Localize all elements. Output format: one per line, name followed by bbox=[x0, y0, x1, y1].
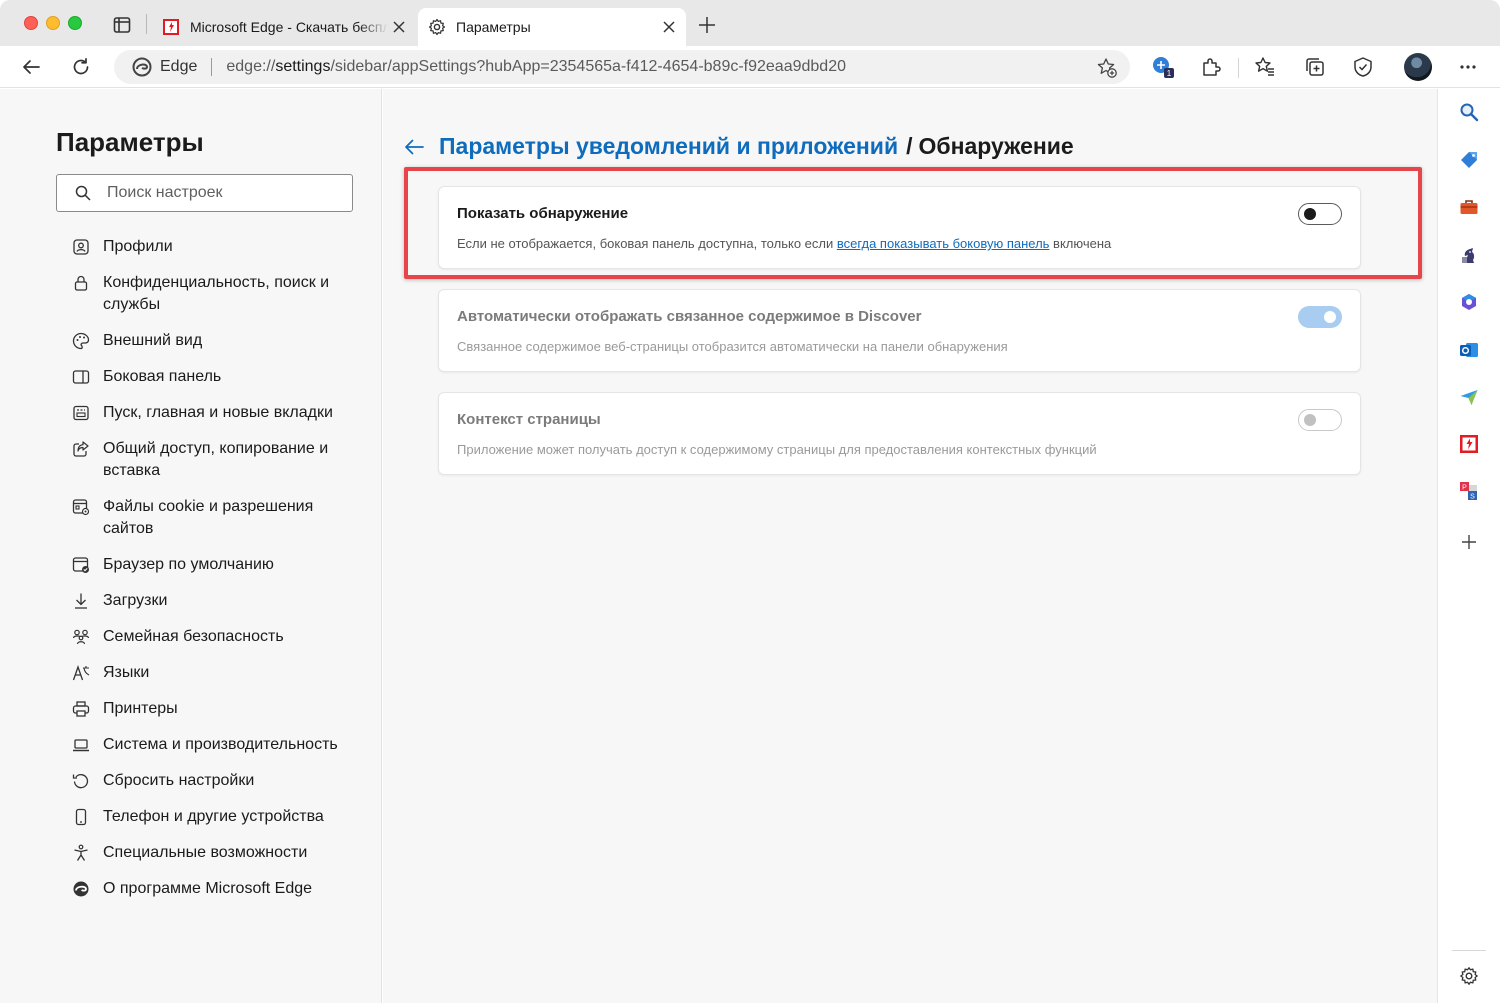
tag-icon[interactable] bbox=[1458, 149, 1480, 171]
add-icon[interactable] bbox=[1458, 531, 1480, 553]
setting-page-context: Контекст страницы Приложение может получ… bbox=[438, 392, 1361, 475]
download-icon bbox=[72, 592, 90, 610]
nav-item-sidebar[interactable]: Боковая панель bbox=[72, 359, 362, 395]
pcs-app-icon[interactable]: PS bbox=[1458, 480, 1480, 502]
new-tab-button[interactable] bbox=[696, 14, 718, 36]
printer-icon bbox=[72, 700, 90, 718]
accessibility-icon bbox=[72, 844, 90, 862]
nav-item-languages[interactable]: Языки bbox=[72, 655, 362, 691]
brand-app-icon bbox=[162, 18, 180, 36]
browser-essentials-icon[interactable] bbox=[1350, 54, 1376, 80]
address-bar[interactable]: Edge edge://settings/sidebar/appSettings… bbox=[114, 50, 1130, 84]
avatar[interactable] bbox=[1404, 53, 1432, 81]
nav-item-printers[interactable]: Принтеры bbox=[72, 691, 362, 727]
search-icon[interactable] bbox=[1458, 101, 1480, 123]
languages-icon bbox=[72, 664, 90, 682]
more-options-icon[interactable] bbox=[1455, 54, 1481, 80]
refresh-button[interactable] bbox=[68, 54, 94, 80]
chess-icon[interactable] bbox=[1458, 244, 1480, 266]
setting-description: Приложение может получать доступ к содер… bbox=[457, 442, 1097, 457]
home-icon bbox=[72, 404, 90, 422]
nav-item-profiles[interactable]: Профили bbox=[72, 229, 362, 265]
highlight-box bbox=[404, 167, 1422, 279]
page-context-toggle bbox=[1298, 409, 1342, 431]
title-bar: Microsoft Edge - Скачать бесплатно Парам… bbox=[0, 0, 1500, 46]
close-window-button[interactable] bbox=[24, 16, 38, 30]
settings-icon[interactable] bbox=[1458, 965, 1480, 987]
maximize-window-button[interactable] bbox=[68, 16, 82, 30]
toolbox-icon[interactable] bbox=[1458, 196, 1480, 218]
nav-item-downloads[interactable]: Загрузки bbox=[72, 583, 362, 619]
nav-item-reset[interactable]: Сбросить настройки bbox=[72, 763, 362, 799]
nav-item-system[interactable]: Система и производительность bbox=[72, 727, 362, 763]
nav-item-phone[interactable]: Телефон и другие устройства bbox=[72, 799, 362, 835]
send-icon[interactable] bbox=[1458, 386, 1480, 408]
laptop-icon bbox=[72, 736, 90, 754]
edge-sidebar: PS bbox=[1437, 89, 1500, 1003]
nav-item-start-home[interactable]: Пуск, главная и новые вкладки bbox=[72, 395, 362, 431]
extensions-puzzle-icon[interactable] bbox=[1198, 54, 1224, 80]
nav-item-accessibility[interactable]: Специальные возможности bbox=[72, 835, 362, 871]
close-tab-icon[interactable] bbox=[388, 16, 410, 38]
phone-icon bbox=[72, 808, 90, 826]
family-icon bbox=[72, 628, 90, 646]
breadcrumb-parent-link[interactable]: Параметры уведомлений и приложений bbox=[439, 133, 898, 160]
office-icon[interactable] bbox=[1458, 291, 1480, 313]
tab-actions-icon[interactable] bbox=[112, 15, 132, 35]
brand-app-icon[interactable] bbox=[1458, 433, 1480, 455]
lock-icon bbox=[72, 274, 90, 292]
breadcrumb: Параметры уведомлений и приложений / Обн… bbox=[403, 133, 1074, 160]
nav-item-share[interactable]: Общий доступ, копирование и вставка bbox=[72, 431, 362, 489]
nav-item-about[interactable]: О программе Microsoft Edge bbox=[72, 871, 362, 907]
site-name: Edge bbox=[160, 58, 198, 75]
search-input[interactable]: Поиск настроек bbox=[56, 174, 353, 212]
nav-item-family[interactable]: Семейная безопасность bbox=[72, 619, 362, 655]
cookie-icon bbox=[72, 498, 90, 516]
nav-item-cookies[interactable]: Файлы cookie и разрешения сайтов bbox=[72, 489, 362, 547]
settings-nav: Профили Конфиденциальность, поиск и служ… bbox=[72, 229, 362, 907]
palette-icon bbox=[72, 332, 90, 350]
reset-icon bbox=[72, 772, 90, 790]
add-favorite-icon[interactable] bbox=[1096, 57, 1118, 79]
favorites-icon[interactable] bbox=[1252, 54, 1278, 80]
extension-button[interactable]: 1 bbox=[1150, 54, 1176, 80]
collections-icon[interactable] bbox=[1302, 54, 1328, 80]
breadcrumb-separator: / bbox=[906, 133, 913, 159]
page-title: Обнаружение bbox=[918, 133, 1074, 159]
minimize-window-button[interactable] bbox=[46, 16, 60, 30]
setting-title: Автоматически отображать связанное содер… bbox=[457, 308, 922, 325]
tab-title: Microsoft Edge - Скачать бесплатно bbox=[190, 19, 388, 35]
sidebar-icon bbox=[72, 368, 90, 386]
toolbar: Edge edge://settings/sidebar/appSettings… bbox=[0, 46, 1500, 88]
svg-text:1: 1 bbox=[1167, 69, 1172, 78]
auto-related-content-toggle bbox=[1298, 306, 1342, 328]
setting-description: Связанное содержимое веб-страницы отобра… bbox=[457, 339, 1008, 354]
nav-item-default-browser[interactable]: Браузер по умолчанию bbox=[72, 547, 362, 583]
svg-text:S: S bbox=[1470, 494, 1475, 501]
gear-icon bbox=[428, 18, 446, 36]
setting-title: Контекст страницы bbox=[457, 411, 601, 428]
svg-text:P: P bbox=[1462, 485, 1467, 492]
edge-logo-icon bbox=[132, 57, 152, 77]
tab-edge-download[interactable]: Microsoft Edge - Скачать бесплатно bbox=[152, 8, 416, 46]
outlook-icon[interactable] bbox=[1458, 339, 1480, 361]
nav-item-appearance[interactable]: Внешний вид bbox=[72, 323, 362, 359]
settings-content: Параметры уведомлений и приложений / Обн… bbox=[383, 89, 1437, 1003]
edge-logo-icon bbox=[72, 880, 90, 898]
default-browser-icon bbox=[72, 556, 90, 574]
search-icon bbox=[75, 185, 91, 201]
close-tab-icon[interactable] bbox=[658, 16, 680, 38]
settings-sidebar: Параметры Поиск настроек Профили Конфиде… bbox=[0, 89, 382, 1003]
back-arrow-icon[interactable] bbox=[403, 136, 425, 158]
tab-title: Параметры bbox=[456, 19, 531, 35]
tab-settings[interactable]: Параметры bbox=[418, 8, 686, 46]
setting-auto-related-content: Автоматически отображать связанное содер… bbox=[438, 289, 1361, 372]
back-button[interactable] bbox=[18, 54, 44, 80]
search-placeholder: Поиск настроек bbox=[107, 184, 223, 201]
settings-title: Параметры bbox=[56, 127, 204, 157]
profile-icon bbox=[72, 238, 90, 256]
share-icon bbox=[72, 440, 90, 458]
nav-item-privacy[interactable]: Конфиденциальность, поиск и службы bbox=[72, 265, 362, 323]
url-text[interactable]: edge://settings/sidebar/appSettings?hubA… bbox=[226, 58, 846, 76]
